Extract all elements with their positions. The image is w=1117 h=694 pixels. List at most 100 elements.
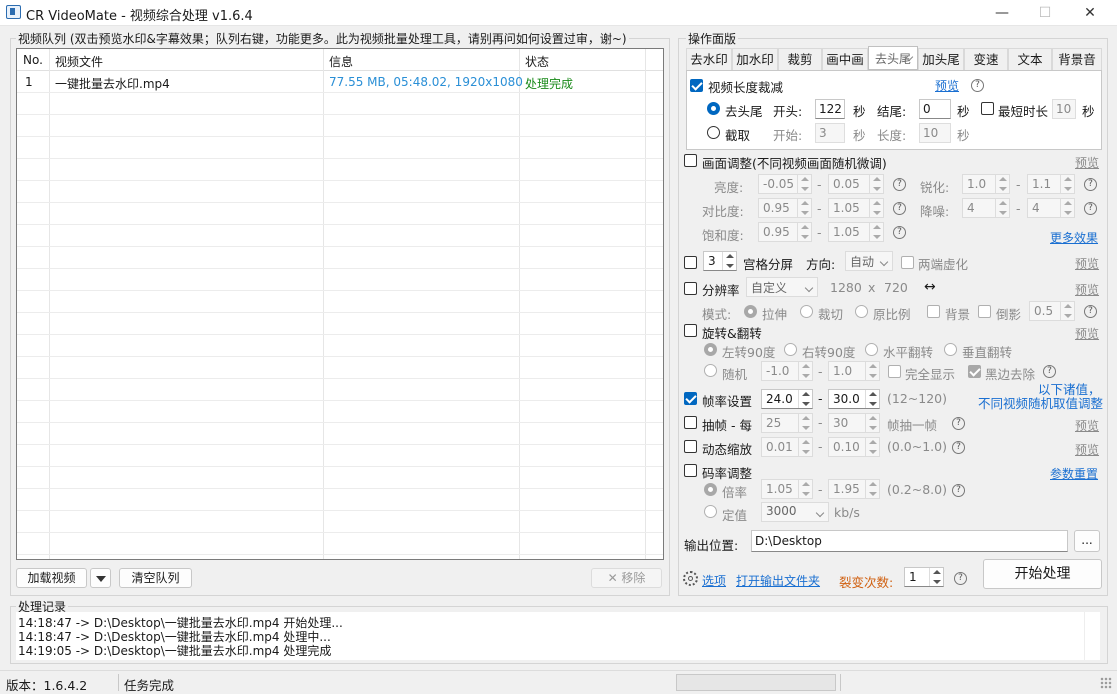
help-icon[interactable]: ? [1084,178,1097,191]
trim-checkbox[interactable] [690,79,703,92]
help-icon[interactable]: ? [893,226,906,239]
minimize-button[interactable]: — [979,0,1025,26]
rotate-max[interactable]: 1.0 [828,361,880,381]
res-preview-link[interactable]: 预览 [1075,281,1099,298]
tab-remove-watermark[interactable]: 去水印 [686,48,732,70]
log-area[interactable]: 14:18:47 -> D:\Desktop\一键批量去水印.mp4 开始处理.… [16,612,1100,660]
rotate-preview-link[interactable]: 预览 [1075,325,1099,342]
col-no[interactable]: No. [23,53,43,67]
full-display-checkbox[interactable] [888,365,901,378]
zoom-max[interactable]: 0.10 [828,437,880,457]
grid-dir-select[interactable]: 自动 [845,251,893,271]
tail-input[interactable]: 0 [919,99,951,119]
fixed-bitrate-select[interactable]: 3000 [761,502,829,522]
ratio-radio[interactable] [704,483,717,496]
saturation-min[interactable]: 0.95 [758,222,812,242]
add-dropdown-button[interactable] [90,568,111,588]
head-input[interactable]: 122 [815,99,845,119]
brightness-max[interactable]: 0.05 [828,174,884,194]
start-input[interactable]: 3 [815,123,845,143]
add-video-button[interactable]: 加载视频 [16,568,87,588]
maxlen-checkbox[interactable] [981,102,994,115]
help-icon[interactable]: ? [954,572,967,585]
grid-checkbox[interactable] [684,256,697,269]
black-border-checkbox[interactable] [968,365,981,378]
brightness-min[interactable]: -0.05 [758,174,812,194]
ratio-min[interactable]: 1.05 [761,479,813,499]
remove-button[interactable]: ✕ 移除 [591,568,662,588]
denoise-max[interactable]: 4 [1027,198,1075,218]
reset-params-link[interactable]: 参数重置 [1050,465,1098,482]
zoom-min[interactable]: 0.01 [761,437,813,457]
help-icon[interactable]: ? [1084,202,1097,215]
sharpen-max[interactable]: 1.1 [1027,174,1075,194]
background-checkbox[interactable] [927,305,940,318]
reflect-spinner[interactable]: 0.5 [1029,301,1075,321]
res-width[interactable]: 1280 [830,280,862,295]
denoise-min[interactable]: 4 [962,198,1010,218]
col-file[interactable]: 视频文件 [55,53,103,70]
help-icon[interactable]: ? [893,202,906,215]
tab-pip[interactable]: 画中画 [822,48,868,70]
drop-min[interactable]: 25 [761,413,813,433]
col-status[interactable]: 状态 [525,53,549,70]
keep-ratio-radio[interactable] [855,305,868,318]
hflip-radio[interactable] [865,343,878,356]
zoom-preview-link[interactable]: 预览 [1075,441,1099,458]
rotate-left-radio[interactable] [704,343,717,356]
rotate-checkbox[interactable] [684,324,697,337]
trim-preview-link[interactable]: 预览 [935,77,959,94]
swap-icon[interactable]: ↔ [924,279,936,295]
table-row[interactable]: 1 一键批量去水印.mp4 77.55 MB, 05:48.02, 1920x1… [17,71,663,93]
len-input[interactable]: 10 [919,123,951,143]
start-processing-button[interactable]: 开始处理 [983,559,1102,589]
maxlen-input[interactable]: 10 [1052,99,1076,119]
mode-cut-radio[interactable] [707,126,720,139]
queue-table[interactable]: No. 视频文件 信息 状态 1 一键批量去水印.mp4 77.55 MB, 0… [16,48,664,560]
help-icon[interactable]: ? [1084,305,1097,318]
blur-checkbox[interactable] [901,256,914,269]
log-scrollbar[interactable] [1084,612,1100,660]
grid-count-spinner[interactable]: 3 [703,251,737,271]
help-icon[interactable]: ? [971,79,984,92]
tab-bgm[interactable]: 背景音 [1052,48,1102,70]
tab-add-watermark[interactable]: 加水印 [732,48,778,70]
fps-max[interactable]: 30.0 [828,389,880,409]
rotate-right-radio[interactable] [784,343,797,356]
tab-trim-head-tail[interactable]: 去头尾 [868,46,918,70]
clear-queue-button[interactable]: 清空队列 [119,568,192,588]
fixed-radio[interactable] [704,505,717,518]
more-effects-link[interactable]: 更多效果 [1050,229,1098,246]
resize-grip-icon[interactable] [1100,677,1112,689]
open-output-folder-link[interactable]: 打开输出文件夹 [736,572,820,589]
maximize-button[interactable]: ☐ [1022,0,1068,26]
close-button[interactable]: ✕ [1067,0,1113,26]
tab-crop[interactable]: 裁剪 [778,48,822,70]
rotate-min[interactable]: -1.0 [761,361,813,381]
split-spinner[interactable]: 1 [904,567,944,587]
browse-button[interactable]: ... [1074,530,1100,552]
resolution-checkbox[interactable] [684,282,697,295]
bitrate-checkbox[interactable] [684,464,697,477]
tab-add-head-tail[interactable]: 加头尾 [918,48,964,70]
grid-preview-link[interactable]: 预览 [1075,255,1099,272]
crop-radio[interactable] [800,305,813,318]
rotate-random-radio[interactable] [704,364,717,377]
output-path-input[interactable]: D:\Desktop [751,530,1068,552]
ratio-max[interactable]: 1.95 [828,479,880,499]
gear-icon[interactable] [683,571,698,586]
contrast-max[interactable]: 1.05 [828,198,884,218]
help-icon[interactable]: ? [952,484,965,497]
sharpen-min[interactable]: 1.0 [962,174,1010,194]
fps-min[interactable]: 24.0 [761,389,813,409]
drop-max[interactable]: 30 [828,413,880,433]
saturation-max[interactable]: 1.05 [828,222,884,242]
reflect-checkbox[interactable] [978,305,991,318]
fps-checkbox[interactable] [684,392,697,405]
resolution-mode-select[interactable]: 自定义 [746,277,818,297]
help-icon[interactable]: ? [952,441,965,454]
help-icon[interactable]: ? [893,178,906,191]
adjust-checkbox[interactable] [684,154,697,167]
drop-checkbox[interactable] [684,416,697,429]
drop-preview-link[interactable]: 预览 [1075,417,1099,434]
